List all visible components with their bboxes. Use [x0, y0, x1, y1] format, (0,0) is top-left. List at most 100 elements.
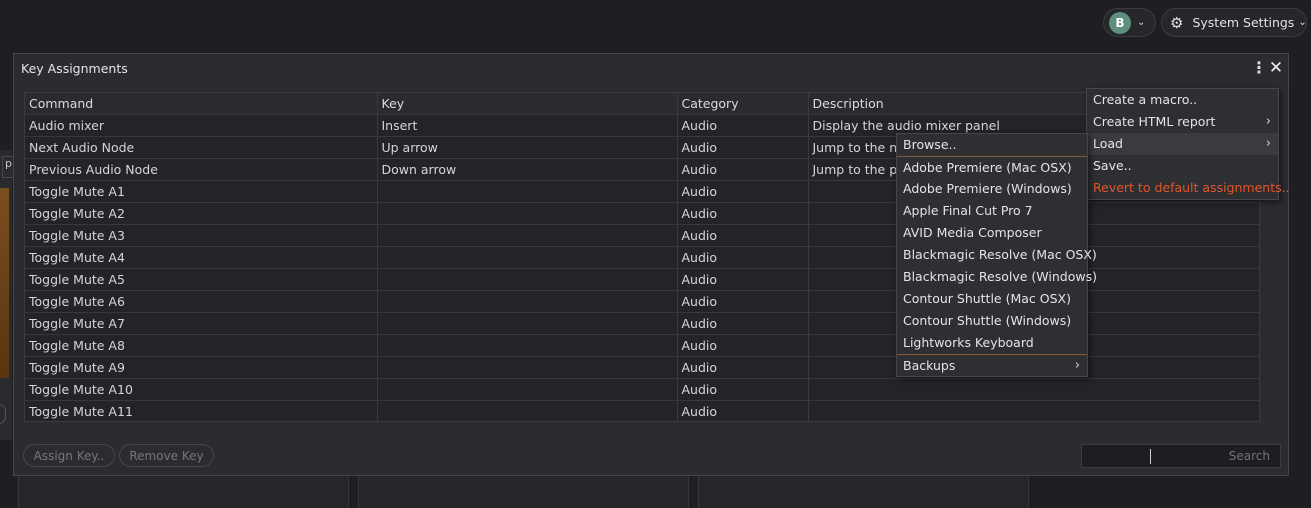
system-settings-button[interactable]: ⚙ System Settings ⌄ — [1161, 8, 1307, 37]
menu-item-label: Revert to default assignments.. — [1093, 180, 1290, 195]
cell-category: Audio — [677, 378, 809, 401]
dialog-title: Key Assignments — [21, 61, 128, 76]
chevron-down-icon: ⌄ — [1298, 17, 1307, 28]
menu-item-label: Adobe Premiere (Windows) — [903, 181, 1072, 196]
cell-command: Toggle Mute A1 — [25, 180, 378, 203]
table-header-row: Command Key Category Description — [25, 93, 1259, 115]
column-header-key[interactable]: Key — [377, 93, 678, 115]
cell-command: Toggle Mute A7 — [25, 312, 378, 335]
cell-command: Audio mixer — [25, 114, 378, 137]
cell-command: Toggle Mute A2 — [25, 202, 378, 225]
cell-category: Audio — [677, 224, 809, 247]
load-item-contour-shuttle-mac-osx[interactable]: Contour Shuttle (Mac OSX) — [897, 288, 1087, 310]
cell-category: Audio — [677, 246, 809, 269]
close-icon[interactable]: ✕ — [1268, 58, 1284, 78]
menu-item-label: Create HTML report — [1093, 114, 1216, 129]
cell-key — [377, 312, 678, 335]
cell-command: Next Audio Node — [25, 136, 378, 159]
load-item-blackmagic-resolve-mac-osx[interactable]: Blackmagic Resolve (Mac OSX) — [897, 244, 1097, 266]
menu-item-label: AVID Media Composer — [903, 225, 1042, 240]
cell-category: Audio — [677, 158, 809, 181]
chevron-right-icon: › — [1265, 136, 1271, 151]
menu-item-label: Lightworks Keyboard — [903, 335, 1034, 350]
cell-description — [808, 378, 1259, 401]
cell-key — [377, 224, 678, 247]
column-header-category[interactable]: Category — [677, 93, 809, 115]
cell-key — [377, 268, 678, 291]
load-item-backups[interactable]: Backups › — [897, 354, 1087, 376]
system-settings-label: System Settings — [1192, 15, 1295, 30]
menu-item-label: Load — [1093, 136, 1123, 151]
avatar[interactable]: B — [1109, 12, 1131, 34]
menu-item-label: Contour Shuttle (Mac OSX) — [903, 291, 1071, 306]
user-menu-button[interactable]: B ⌄ — [1103, 8, 1156, 37]
cell-category: Audio — [677, 268, 809, 291]
cell-category: Audio — [677, 312, 809, 335]
cell-key — [377, 180, 678, 203]
table-row[interactable]: Toggle Mute A11 Audio — [25, 400, 1259, 421]
cell-command: Toggle Mute A10 — [25, 378, 378, 401]
table-row[interactable]: Toggle Mute A10 Audio — [25, 378, 1259, 401]
cell-category: Audio — [677, 180, 809, 203]
menu-item-save[interactable]: Save.. — [1087, 155, 1278, 177]
cell-key — [377, 356, 678, 379]
options-menu: Create a macro.. Create HTML report › Load ›… — [1086, 88, 1290, 200]
cell-key — [377, 246, 678, 269]
more-options-icon[interactable]: ⋮ — [1251, 58, 1267, 78]
menu-item-label: Blackmagic Resolve (Mac OSX) — [903, 247, 1097, 262]
menu-item-label: Backups — [903, 358, 956, 373]
load-item-adobe-premiere-mac-osx[interactable]: Adobe Premiere (Mac OSX) — [897, 156, 1087, 178]
cell-key — [377, 400, 678, 421]
cell-key — [377, 334, 678, 357]
cell-description — [808, 400, 1259, 421]
cell-category: Audio — [677, 114, 809, 137]
chevron-right-icon: › — [1074, 358, 1080, 373]
load-item-adobe-premiere-windows[interactable]: Adobe Premiere (Windows) — [897, 178, 1087, 200]
cell-command: Toggle Mute A4 — [25, 246, 378, 269]
cell-command: Toggle Mute A9 — [25, 356, 378, 379]
assign-key-button[interactable]: Assign Key.. — [23, 444, 115, 467]
menu-item-load[interactable]: Load › — [1087, 133, 1278, 155]
cell-key: Down arrow — [377, 158, 678, 181]
cell-category: Audio — [677, 202, 809, 225]
cell-command: Toggle Mute A3 — [25, 224, 378, 247]
text-caret — [1150, 449, 1151, 464]
cell-key — [377, 378, 678, 401]
top-bar: B ⌄ ⚙ System Settings ⌄ — [0, 0, 1311, 46]
background-thumbnail — [0, 188, 9, 378]
remove-key-button[interactable]: Remove Key — [119, 444, 214, 467]
load-item-apple-final-cut-pro-7[interactable]: Apple Final Cut Pro 7 — [897, 200, 1087, 222]
load-submenu: Browse.. Adobe Premiere (Mac OSX) Adobe Pr… — [896, 133, 1097, 377]
chevron-right-icon: › — [1265, 114, 1271, 129]
load-item-lightworks-keyboard[interactable]: Lightworks Keyboard — [897, 332, 1087, 354]
column-header-command[interactable]: Command — [25, 93, 378, 115]
cell-command: Toggle Mute A6 — [25, 290, 378, 313]
load-item-contour-shuttle-windows[interactable]: Contour Shuttle (Windows) — [897, 310, 1087, 332]
cell-category: Audio — [677, 136, 809, 159]
cell-key — [377, 202, 678, 225]
menu-item-label: Contour Shuttle (Windows) — [903, 313, 1072, 328]
menu-item-create-a-macro[interactable]: Create a macro.. — [1087, 89, 1278, 111]
menu-item-revert-to-default-assignments[interactable]: Revert to default assignments.. — [1087, 177, 1290, 199]
app-window: B ⌄ ⚙ System Settings ⌄ p Key Assignment… — [0, 0, 1311, 508]
cell-category: Audio — [677, 290, 809, 313]
cell-category: Audio — [677, 400, 809, 421]
load-item-avid-media-composer[interactable]: AVID Media Composer — [897, 222, 1087, 244]
cell-command: Previous Audio Node — [25, 158, 378, 181]
cell-key — [377, 290, 678, 313]
menu-item-create-html-report[interactable]: Create HTML report › — [1087, 111, 1278, 133]
load-item-blackmagic-resolve-windows[interactable]: Blackmagic Resolve (Windows) — [897, 266, 1097, 288]
chevron-down-icon: ⌄ — [1137, 17, 1146, 28]
cell-category: Audio — [677, 334, 809, 357]
menu-item-label: Save.. — [1093, 158, 1132, 173]
load-item-browse[interactable]: Browse.. — [897, 134, 1087, 156]
cell-key: Insert — [377, 114, 678, 137]
cell-command: Toggle Mute A5 — [25, 268, 378, 291]
cell-command: Toggle Mute A8 — [25, 334, 378, 357]
search-field[interactable] — [1081, 444, 1281, 468]
menu-item-label: Blackmagic Resolve (Windows) — [903, 269, 1097, 284]
search-input[interactable] — [1082, 445, 1280, 467]
gear-icon: ⚙ — [1170, 13, 1184, 32]
cell-command: Toggle Mute A11 — [25, 400, 378, 421]
menu-item-label: Apple Final Cut Pro 7 — [903, 203, 1033, 218]
